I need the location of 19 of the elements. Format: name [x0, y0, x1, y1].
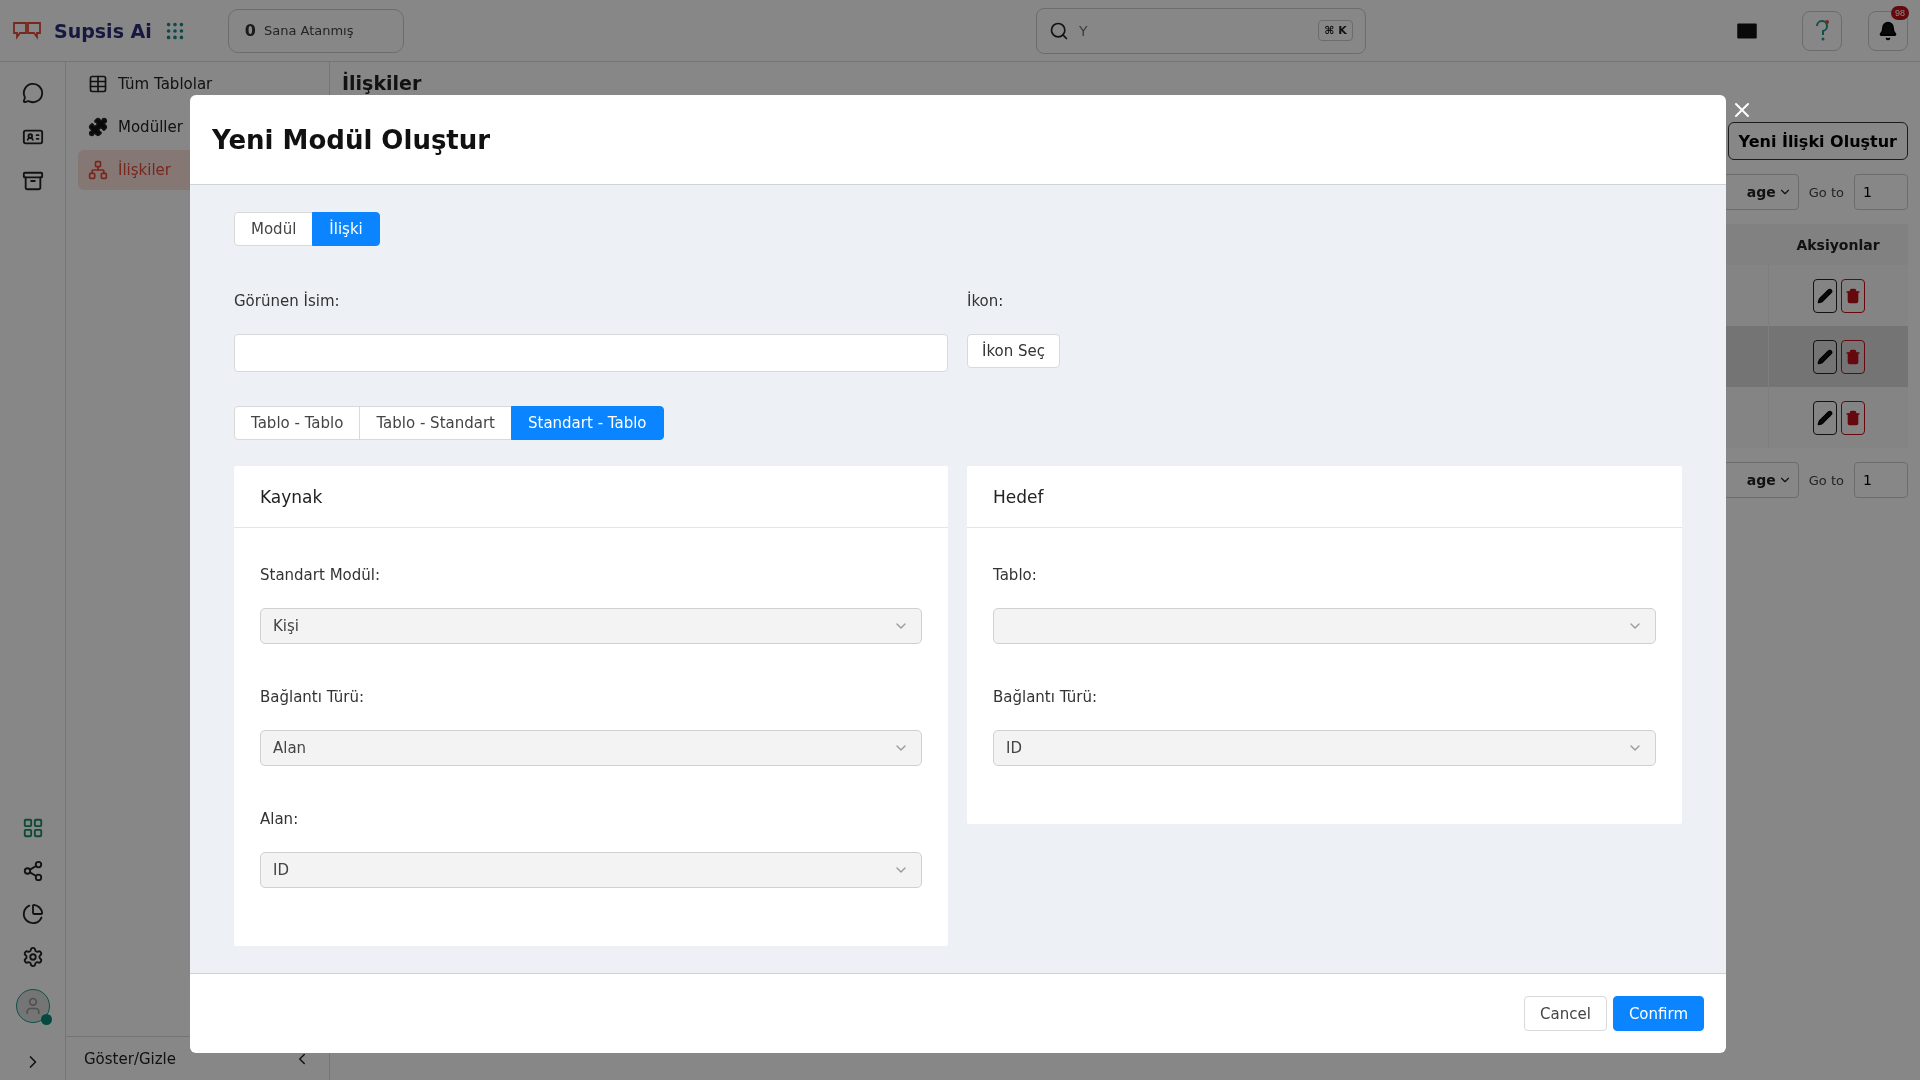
field-label: Tablo:: [993, 566, 1038, 584]
go-to-label: Go to: [1808, 472, 1844, 488]
go-to-label: Go to: [1808, 184, 1844, 200]
notification-badge: 98: [1891, 5, 1909, 20]
field-label: İkon:: [967, 292, 1005, 310]
field-label: Görünen İsim:: [234, 292, 341, 310]
column-header: Aksiyonlar: [1795, 235, 1881, 255]
card-title: Kaynak: [234, 466, 948, 528]
assigned-count: 0: [244, 21, 256, 40]
field-label: Standart Modül:: [260, 566, 381, 584]
card-title: Hedef: [967, 466, 1682, 528]
page-title: İlişkiler: [342, 72, 423, 94]
field-label: Alan:: [260, 810, 300, 828]
brand-name: Supsis Ai: [54, 19, 152, 42]
modal-title: Yeni Modül Oluştur: [212, 124, 491, 155]
field-label: Bağlantı Türü:: [260, 688, 366, 706]
shortcut-key: ⌘ K: [1318, 20, 1353, 41]
assigned-label: Sana Atanmış: [263, 23, 354, 38]
field-label: Bağlantı Türü:: [993, 688, 1099, 706]
